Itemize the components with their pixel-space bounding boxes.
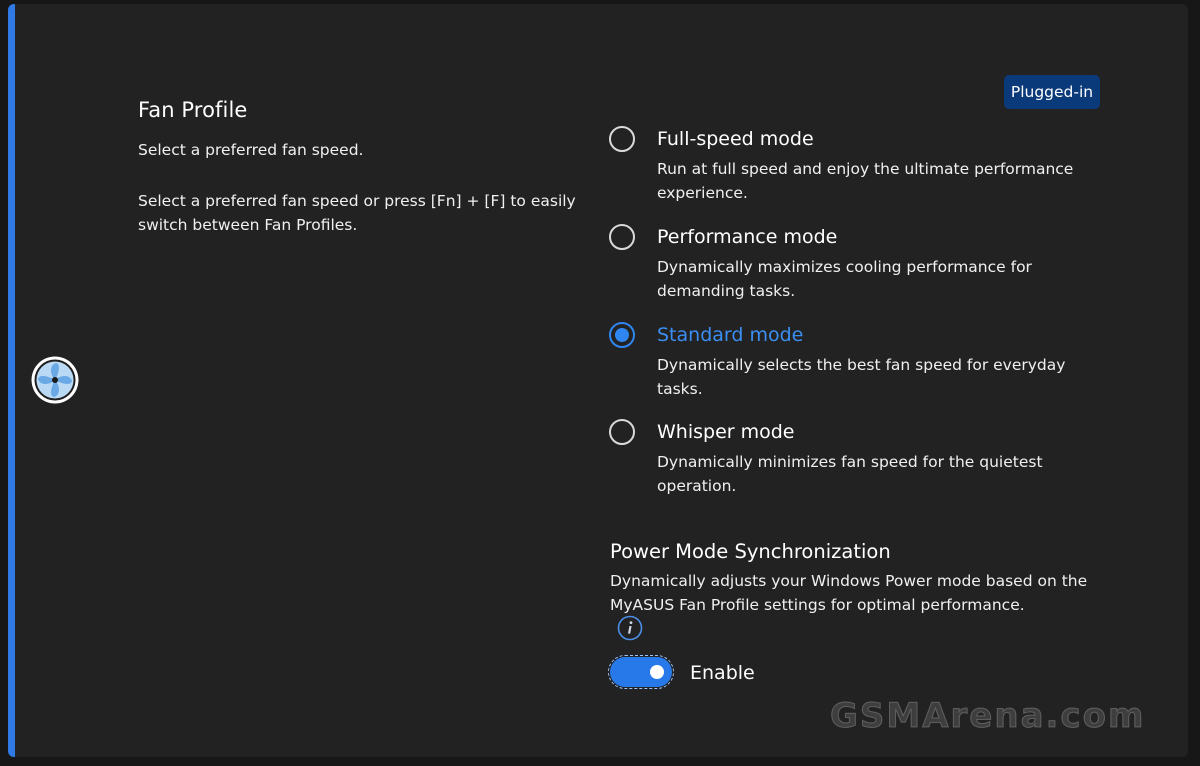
standard-label[interactable]: Standard mode [657, 322, 803, 348]
fan-profile-panel: Fan Profile Select a preferred fan speed… [8, 4, 1188, 757]
power-mode-sync-title: Power Mode Synchronization [610, 540, 891, 563]
info-icon[interactable] [617, 615, 643, 641]
performance-label[interactable]: Performance mode [657, 224, 837, 250]
full-speed-radio[interactable] [609, 126, 635, 152]
power-mode-sync-description: Dynamically adjusts your Windows Power m… [610, 572, 1088, 614]
power-mode-sync-toggle[interactable] [608, 655, 674, 689]
page-subtitle: Select a preferred fan speed. [138, 141, 364, 159]
standard-radio[interactable] [609, 322, 635, 348]
shortcut-hint: Select a preferred fan speed or press [F… [138, 192, 576, 234]
power-source-badge: Plugged-in [1004, 75, 1100, 109]
toggle-knob [650, 665, 664, 679]
standard-description: Dynamically selects the best fan speed f… [657, 356, 1066, 398]
fan-icon [31, 356, 79, 404]
performance-radio[interactable] [609, 224, 635, 250]
whisper-description: Dynamically minimizes fan speed for the … [657, 453, 1043, 495]
whisper-radio[interactable] [609, 419, 635, 445]
watermark: GSMArena.com [829, 696, 1146, 737]
whisper-label[interactable]: Whisper mode [657, 419, 795, 445]
page-title: Fan Profile [138, 98, 248, 122]
full-speed-label[interactable]: Full-speed mode [657, 126, 814, 152]
power-mode-sync-toggle-label: Enable [690, 662, 755, 684]
accent-bar [8, 4, 15, 757]
full-speed-description: Run at full speed and enjoy the ultimate… [657, 160, 1074, 202]
performance-description: Dynamically maximizes cooling performanc… [657, 258, 1032, 300]
